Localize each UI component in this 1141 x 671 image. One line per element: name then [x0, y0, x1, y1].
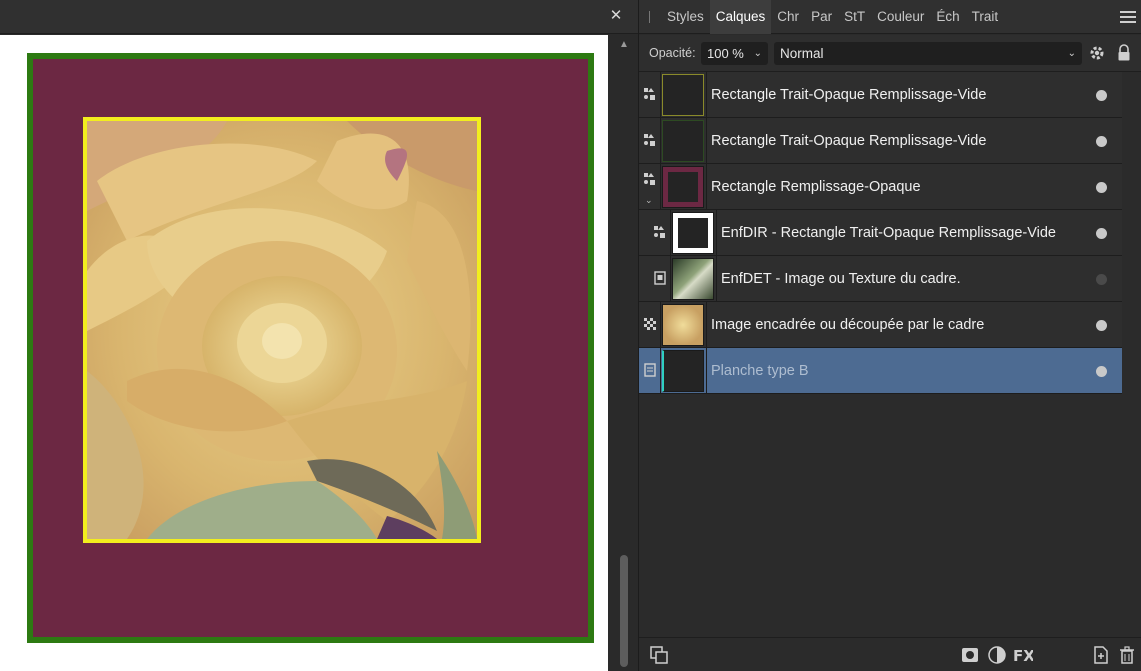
- image-icon: [654, 271, 666, 285]
- layer-row[interactable]: Image encadrée ou découpée par le cadre: [639, 302, 1122, 348]
- tab-chr[interactable]: Chr: [771, 0, 805, 34]
- layer-name: Image encadrée ou découpée par le cadre: [711, 317, 985, 333]
- pixel-icon: [644, 318, 656, 330]
- lock-icon[interactable]: [1117, 44, 1131, 62]
- tab-couleur[interactable]: Couleur: [871, 0, 930, 34]
- adjustment-icon[interactable]: [986, 644, 1008, 666]
- svg-text:FX: FX: [1013, 647, 1033, 665]
- tab-grip-handle[interactable]: [649, 11, 650, 23]
- fx-icon[interactable]: FX: [1011, 644, 1033, 666]
- visibility-dot-icon[interactable]: [1096, 182, 1107, 193]
- layer-row[interactable]: ⌄ Rectangle Remplissage-Opaque: [639, 164, 1122, 210]
- hamburger-menu-icon[interactable]: [1120, 9, 1136, 25]
- layer-name: Rectangle Remplissage-Opaque: [711, 179, 921, 195]
- tab-trait[interactable]: Trait: [966, 0, 1005, 34]
- artboard-icon: [644, 363, 656, 377]
- layer-thumbnail: [662, 74, 704, 116]
- scroll-up-arrow-icon[interactable]: ▲: [616, 39, 632, 51]
- layer-thumbnail: [662, 304, 704, 346]
- layer-thumbnail: [662, 120, 704, 162]
- document-tab-bar: ✕: [0, 0, 638, 34]
- tab-styles[interactable]: Styles: [661, 0, 710, 34]
- layer-thumbnail: [672, 258, 714, 300]
- panel-tab-bar: Styles Calques Chr Par StT Couleur Éch T…: [639, 0, 1141, 34]
- layer-row[interactable]: EnfDIR - Rectangle Trait-Opaque Rempliss…: [639, 210, 1122, 256]
- tab-stt[interactable]: StT: [838, 0, 871, 34]
- add-layer-icon[interactable]: [1090, 644, 1112, 666]
- rose-image: [87, 121, 477, 539]
- arrange-layers-icon[interactable]: [648, 644, 670, 666]
- opacity-dropdown[interactable]: 100 % ⌄: [701, 42, 768, 65]
- document-canvas[interactable]: [0, 35, 608, 671]
- layer-row[interactable]: EnfDET - Image ou Texture du cadre.: [639, 256, 1122, 302]
- chevron-down-icon: ⌄: [1067, 48, 1076, 59]
- visibility-dot-icon[interactable]: [1096, 366, 1107, 377]
- layers-list: Rectangle Trait-Opaque Remplissage-Vide …: [639, 72, 1122, 394]
- chevron-down-icon: ⌄: [753, 48, 762, 59]
- shape-icon: [644, 134, 655, 146]
- layer-properties-row: Opacité: 100 % ⌄ Normal ⌄: [639, 35, 1141, 72]
- scrollbar-thumb[interactable]: [620, 555, 628, 667]
- shape-icon: [644, 88, 655, 100]
- layers-bottom-toolbar: FX: [639, 637, 1141, 671]
- opacity-value: 100 %: [707, 46, 744, 61]
- close-document-icon[interactable]: ✕: [606, 6, 626, 26]
- layer-name: EnfDET - Image ou Texture du cadre.: [721, 271, 961, 287]
- opacity-label: Opacité:: [649, 46, 696, 60]
- layer-thumbnail: [662, 350, 704, 392]
- add-mask-icon[interactable]: [959, 644, 981, 666]
- shape-icon: [654, 226, 665, 238]
- layer-thumbnail: [662, 166, 704, 208]
- visibility-dot-icon[interactable]: [1096, 228, 1107, 239]
- layer-name: Rectangle Trait-Opaque Remplissage-Vide: [711, 87, 987, 103]
- visibility-dot-icon[interactable]: [1096, 274, 1107, 285]
- layer-thumbnail: [672, 212, 714, 254]
- layers-panel: Styles Calques Chr Par StT Couleur Éch T…: [638, 0, 1141, 671]
- tab-calques[interactable]: Calques: [709, 0, 772, 34]
- shape-icon: [644, 173, 655, 185]
- layer-name: Rectangle Trait-Opaque Remplissage-Vide: [711, 133, 987, 149]
- tab-par[interactable]: Par: [805, 0, 838, 34]
- layer-row[interactable]: Rectangle Trait-Opaque Remplissage-Vide: [639, 72, 1122, 118]
- blend-mode-dropdown[interactable]: Normal ⌄: [774, 42, 1082, 65]
- framed-image[interactable]: [83, 117, 481, 543]
- visibility-dot-icon[interactable]: [1096, 136, 1107, 147]
- gear-icon[interactable]: [1089, 45, 1105, 61]
- visibility-dot-icon[interactable]: [1096, 320, 1107, 331]
- layer-name: EnfDIR - Rectangle Trait-Opaque Rempliss…: [721, 225, 1057, 241]
- vertical-scrollbar[interactable]: ▲: [611, 35, 638, 671]
- layer-name: Planche type B: [711, 363, 809, 379]
- tab-ech[interactable]: Éch: [930, 0, 965, 34]
- layer-row[interactable]: Planche type B: [639, 348, 1122, 394]
- visibility-dot-icon[interactable]: [1096, 90, 1107, 101]
- trash-icon[interactable]: [1116, 644, 1138, 666]
- layer-row[interactable]: Rectangle Trait-Opaque Remplissage-Vide: [639, 118, 1122, 164]
- canvas-area: ✕ ▲: [0, 0, 638, 671]
- chevron-down-icon[interactable]: ⌄: [645, 195, 653, 206]
- blend-mode-value: Normal: [780, 46, 824, 61]
